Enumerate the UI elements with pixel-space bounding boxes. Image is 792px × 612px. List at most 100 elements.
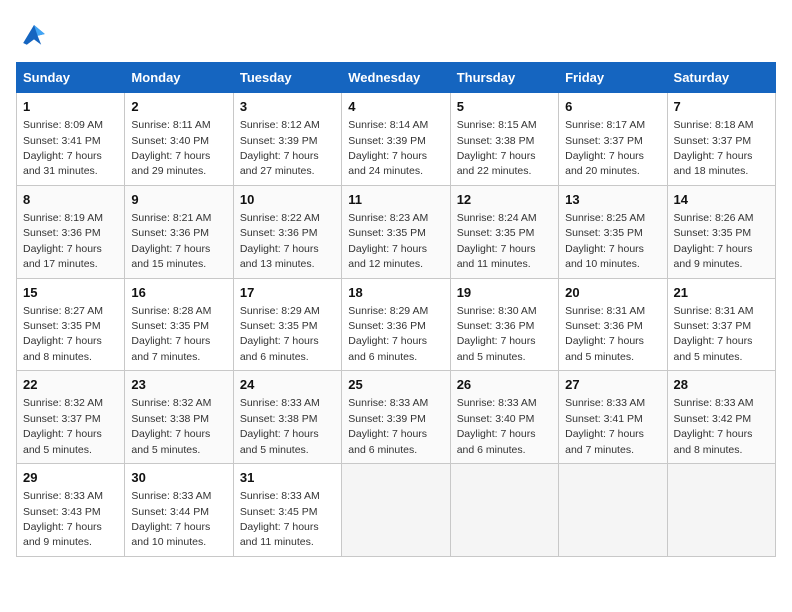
day-number: 10 <box>240 191 335 209</box>
day-number: 7 <box>674 98 769 116</box>
calendar-cell: 15 Sunrise: 8:27 AMSunset: 3:35 PMDaylig… <box>17 278 125 371</box>
day-info: Sunrise: 8:17 AMSunset: 3:37 PMDaylight:… <box>565 119 645 177</box>
day-info: Sunrise: 8:14 AMSunset: 3:39 PMDaylight:… <box>348 119 428 177</box>
weekday-header-sunday: Sunday <box>17 63 125 93</box>
day-info: Sunrise: 8:33 AMSunset: 3:45 PMDaylight:… <box>240 490 320 548</box>
day-info: Sunrise: 8:32 AMSunset: 3:37 PMDaylight:… <box>23 397 103 455</box>
day-info: Sunrise: 8:33 AMSunset: 3:41 PMDaylight:… <box>565 397 645 455</box>
calendar-week-4: 22 Sunrise: 8:32 AMSunset: 3:37 PMDaylig… <box>17 371 776 464</box>
day-number: 26 <box>457 376 552 394</box>
calendar-cell: 7 Sunrise: 8:18 AMSunset: 3:37 PMDayligh… <box>667 93 775 186</box>
calendar-cell: 17 Sunrise: 8:29 AMSunset: 3:35 PMDaylig… <box>233 278 341 371</box>
calendar-cell: 11 Sunrise: 8:23 AMSunset: 3:35 PMDaylig… <box>342 185 450 278</box>
calendar-cell <box>342 464 450 557</box>
calendar-cell: 31 Sunrise: 8:33 AMSunset: 3:45 PMDaylig… <box>233 464 341 557</box>
day-number: 9 <box>131 191 226 209</box>
calendar-cell: 3 Sunrise: 8:12 AMSunset: 3:39 PMDayligh… <box>233 93 341 186</box>
weekday-header-friday: Friday <box>559 63 667 93</box>
day-number: 8 <box>23 191 118 209</box>
calendar-cell: 29 Sunrise: 8:33 AMSunset: 3:43 PMDaylig… <box>17 464 125 557</box>
weekday-header-thursday: Thursday <box>450 63 558 93</box>
day-number: 5 <box>457 98 552 116</box>
day-info: Sunrise: 8:33 AMSunset: 3:44 PMDaylight:… <box>131 490 211 548</box>
calendar-cell: 6 Sunrise: 8:17 AMSunset: 3:37 PMDayligh… <box>559 93 667 186</box>
calendar-cell <box>667 464 775 557</box>
day-number: 22 <box>23 376 118 394</box>
calendar-table: SundayMondayTuesdayWednesdayThursdayFrid… <box>16 62 776 557</box>
calendar-cell <box>450 464 558 557</box>
calendar-cell: 25 Sunrise: 8:33 AMSunset: 3:39 PMDaylig… <box>342 371 450 464</box>
day-number: 16 <box>131 284 226 302</box>
calendar-cell: 9 Sunrise: 8:21 AMSunset: 3:36 PMDayligh… <box>125 185 233 278</box>
calendar-cell: 19 Sunrise: 8:30 AMSunset: 3:36 PMDaylig… <box>450 278 558 371</box>
calendar-week-5: 29 Sunrise: 8:33 AMSunset: 3:43 PMDaylig… <box>17 464 776 557</box>
day-number: 30 <box>131 469 226 487</box>
day-info: Sunrise: 8:32 AMSunset: 3:38 PMDaylight:… <box>131 397 211 455</box>
calendar-cell: 22 Sunrise: 8:32 AMSunset: 3:37 PMDaylig… <box>17 371 125 464</box>
day-info: Sunrise: 8:29 AMSunset: 3:35 PMDaylight:… <box>240 305 320 363</box>
calendar-cell: 10 Sunrise: 8:22 AMSunset: 3:36 PMDaylig… <box>233 185 341 278</box>
day-number: 27 <box>565 376 660 394</box>
logo <box>16 16 56 52</box>
calendar-cell: 23 Sunrise: 8:32 AMSunset: 3:38 PMDaylig… <box>125 371 233 464</box>
day-number: 20 <box>565 284 660 302</box>
day-info: Sunrise: 8:11 AMSunset: 3:40 PMDaylight:… <box>131 119 210 177</box>
day-info: Sunrise: 8:29 AMSunset: 3:36 PMDaylight:… <box>348 305 428 363</box>
calendar-cell: 27 Sunrise: 8:33 AMSunset: 3:41 PMDaylig… <box>559 371 667 464</box>
day-number: 18 <box>348 284 443 302</box>
day-number: 25 <box>348 376 443 394</box>
day-info: Sunrise: 8:33 AMSunset: 3:39 PMDaylight:… <box>348 397 428 455</box>
logo-icon <box>16 16 52 52</box>
day-number: 2 <box>131 98 226 116</box>
calendar-cell: 1 Sunrise: 8:09 AMSunset: 3:41 PMDayligh… <box>17 93 125 186</box>
calendar-cell: 16 Sunrise: 8:28 AMSunset: 3:35 PMDaylig… <box>125 278 233 371</box>
calendar-week-2: 8 Sunrise: 8:19 AMSunset: 3:36 PMDayligh… <box>17 185 776 278</box>
day-info: Sunrise: 8:33 AMSunset: 3:38 PMDaylight:… <box>240 397 320 455</box>
weekday-header-tuesday: Tuesday <box>233 63 341 93</box>
day-info: Sunrise: 8:22 AMSunset: 3:36 PMDaylight:… <box>240 212 320 270</box>
calendar-cell: 13 Sunrise: 8:25 AMSunset: 3:35 PMDaylig… <box>559 185 667 278</box>
day-info: Sunrise: 8:30 AMSunset: 3:36 PMDaylight:… <box>457 305 537 363</box>
day-number: 14 <box>674 191 769 209</box>
day-info: Sunrise: 8:31 AMSunset: 3:37 PMDaylight:… <box>674 305 754 363</box>
calendar-cell: 26 Sunrise: 8:33 AMSunset: 3:40 PMDaylig… <box>450 371 558 464</box>
day-number: 21 <box>674 284 769 302</box>
day-number: 17 <box>240 284 335 302</box>
page-header <box>16 16 776 52</box>
day-info: Sunrise: 8:27 AMSunset: 3:35 PMDaylight:… <box>23 305 103 363</box>
calendar-cell: 28 Sunrise: 8:33 AMSunset: 3:42 PMDaylig… <box>667 371 775 464</box>
day-info: Sunrise: 8:12 AMSunset: 3:39 PMDaylight:… <box>240 119 320 177</box>
calendar-cell: 30 Sunrise: 8:33 AMSunset: 3:44 PMDaylig… <box>125 464 233 557</box>
weekday-header-saturday: Saturday <box>667 63 775 93</box>
calendar-header: SundayMondayTuesdayWednesdayThursdayFrid… <box>17 63 776 93</box>
day-number: 15 <box>23 284 118 302</box>
day-number: 29 <box>23 469 118 487</box>
day-info: Sunrise: 8:09 AMSunset: 3:41 PMDaylight:… <box>23 119 103 177</box>
day-number: 19 <box>457 284 552 302</box>
calendar-cell: 4 Sunrise: 8:14 AMSunset: 3:39 PMDayligh… <box>342 93 450 186</box>
day-number: 11 <box>348 191 443 209</box>
weekday-header-row: SundayMondayTuesdayWednesdayThursdayFrid… <box>17 63 776 93</box>
calendar-cell: 21 Sunrise: 8:31 AMSunset: 3:37 PMDaylig… <box>667 278 775 371</box>
calendar-cell: 20 Sunrise: 8:31 AMSunset: 3:36 PMDaylig… <box>559 278 667 371</box>
day-info: Sunrise: 8:25 AMSunset: 3:35 PMDaylight:… <box>565 212 645 270</box>
day-number: 13 <box>565 191 660 209</box>
day-info: Sunrise: 8:26 AMSunset: 3:35 PMDaylight:… <box>674 212 754 270</box>
day-number: 6 <box>565 98 660 116</box>
calendar-cell: 14 Sunrise: 8:26 AMSunset: 3:35 PMDaylig… <box>667 185 775 278</box>
day-number: 3 <box>240 98 335 116</box>
day-number: 28 <box>674 376 769 394</box>
calendar-cell: 8 Sunrise: 8:19 AMSunset: 3:36 PMDayligh… <box>17 185 125 278</box>
calendar-week-1: 1 Sunrise: 8:09 AMSunset: 3:41 PMDayligh… <box>17 93 776 186</box>
day-info: Sunrise: 8:23 AMSunset: 3:35 PMDaylight:… <box>348 212 428 270</box>
calendar-cell <box>559 464 667 557</box>
weekday-header-monday: Monday <box>125 63 233 93</box>
day-number: 23 <box>131 376 226 394</box>
day-info: Sunrise: 8:18 AMSunset: 3:37 PMDaylight:… <box>674 119 754 177</box>
day-number: 24 <box>240 376 335 394</box>
day-info: Sunrise: 8:33 AMSunset: 3:43 PMDaylight:… <box>23 490 103 548</box>
day-info: Sunrise: 8:15 AMSunset: 3:38 PMDaylight:… <box>457 119 537 177</box>
day-number: 31 <box>240 469 335 487</box>
day-info: Sunrise: 8:21 AMSunset: 3:36 PMDaylight:… <box>131 212 211 270</box>
day-number: 4 <box>348 98 443 116</box>
